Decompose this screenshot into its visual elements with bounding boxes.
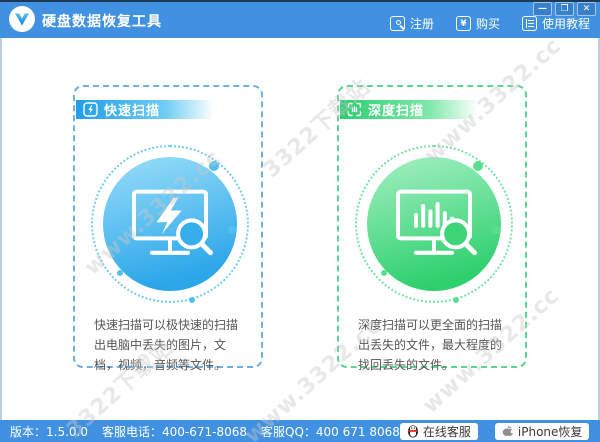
service-phone-label: 客服电话：400-671-8068 bbox=[102, 423, 247, 440]
apple-icon bbox=[502, 424, 514, 438]
online-support-label: 在线客服 bbox=[423, 423, 471, 440]
decor-dot bbox=[453, 297, 459, 303]
footer-info: 版本：1.5.0.0 客服电话：400-671-8068 客服QQ：400 67… bbox=[0, 423, 400, 440]
buy-icon: ¥ bbox=[456, 16, 471, 31]
title-bar: 硬盘数据恢复工具 — ❐ ✕ 注册 ¥ 购买 使用教程 bbox=[0, 2, 600, 38]
decor-dot bbox=[209, 161, 219, 171]
quick-scan-card[interactable]: 快速扫描 快速扫描可以极快速的扫描出电脑中丢失的图片，文档，视频，音频等文件。 bbox=[73, 85, 263, 368]
tutorial-icon bbox=[522, 16, 537, 31]
decor-dot bbox=[473, 161, 483, 171]
version-label: 版本：1.5.0.0 bbox=[10, 423, 88, 440]
monitor-bars-search-icon bbox=[380, 170, 488, 278]
iphone-recovery-label: iPhone恢复 bbox=[518, 423, 583, 440]
quick-scan-description: 快速扫描可以极快速的扫描出电脑中丢失的图片，文档，视频，音频等文件。 bbox=[75, 315, 261, 375]
buy-label: 购买 bbox=[476, 15, 500, 32]
quick-scan-ribbon: 快速扫描 bbox=[76, 100, 262, 119]
page-title: 硬盘数据恢复工具 bbox=[42, 11, 162, 31]
monitor-lightning-search-icon bbox=[116, 170, 224, 278]
close-button[interactable]: ✕ bbox=[577, 2, 596, 16]
app-window: 硬盘数据恢复工具 — ❐ ✕ 注册 ¥ 购买 使用教程 bbox=[0, 0, 600, 442]
decor-dot bbox=[189, 297, 195, 303]
buy-link[interactable]: ¥ 购买 bbox=[456, 15, 500, 32]
app-logo-icon bbox=[8, 5, 36, 33]
decor-dot bbox=[381, 270, 387, 276]
iphone-recovery-button[interactable]: iPhone恢复 bbox=[495, 423, 590, 440]
decor-dot bbox=[492, 226, 500, 234]
service-qq-label: 客服QQ：400 671 8068 bbox=[261, 423, 400, 440]
minimize-button[interactable]: — bbox=[533, 2, 552, 16]
deep-scan-title: 深度扫描 bbox=[368, 100, 424, 119]
decor-dot bbox=[228, 226, 236, 234]
quick-scan-icon bbox=[103, 157, 237, 291]
deep-scan-ribbon: 深度扫描 bbox=[340, 100, 526, 119]
status-bar: 版本：1.5.0.0 客服电话：400-671-8068 客服QQ：400 67… bbox=[0, 420, 600, 442]
tutorial-label: 使用教程 bbox=[542, 15, 590, 32]
decor-dot bbox=[117, 270, 123, 276]
scan-badge-icon bbox=[347, 102, 362, 117]
maximize-button[interactable]: ❐ bbox=[555, 2, 574, 16]
quick-scan-title: 快速扫描 bbox=[104, 100, 160, 119]
deep-scan-card[interactable]: 深度扫描 深度扫描可以更全面的扫描出丢失的文件，最大程度的找回丢失的文件。 bbox=[337, 85, 527, 368]
register-icon bbox=[390, 16, 405, 31]
lightning-badge-icon bbox=[83, 102, 98, 117]
main-area: 快速扫描 快速扫描可以极快速的扫描出电脑中丢失的图片，文档，视频，音频等文件。 bbox=[0, 38, 600, 420]
register-label: 注册 bbox=[410, 15, 434, 32]
register-link[interactable]: 注册 bbox=[390, 15, 434, 32]
deep-scan-description: 深度扫描可以更全面的扫描出丢失的文件，最大程度的找回丢失的文件。 bbox=[339, 315, 525, 375]
header-links: 注册 ¥ 购买 使用教程 bbox=[390, 15, 590, 32]
tutorial-link[interactable]: 使用教程 bbox=[522, 15, 590, 32]
footer-buttons: 在线客服 iPhone恢复 安卓恢复 bbox=[400, 423, 600, 440]
deep-scan-icon bbox=[367, 157, 501, 291]
online-support-button[interactable]: 在线客服 bbox=[400, 423, 478, 440]
window-controls: — ❐ ✕ bbox=[533, 2, 596, 16]
qq-icon bbox=[407, 424, 419, 438]
